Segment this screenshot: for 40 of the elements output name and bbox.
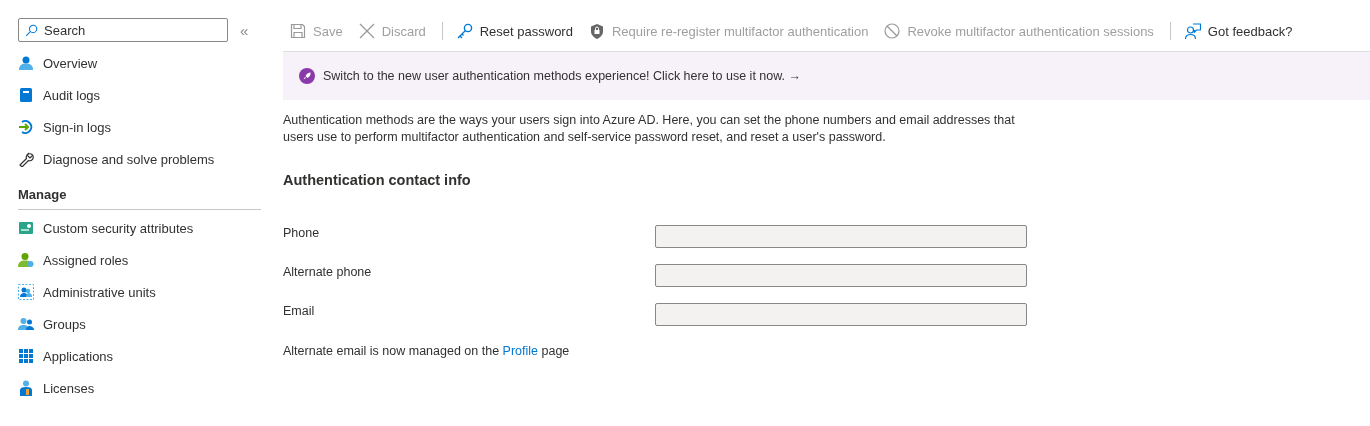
feedback-icon	[1184, 23, 1201, 39]
nav-item[interactable]: Custom security attributes	[18, 212, 261, 244]
section-heading: Manage	[18, 187, 68, 202]
profile-link[interactable]: Profile	[502, 344, 538, 358]
section-title: Authentication contact info	[283, 172, 472, 188]
field-label: Phone	[283, 225, 321, 240]
save-icon	[290, 23, 306, 39]
rocket-icon	[299, 68, 315, 84]
person-icon	[18, 55, 34, 71]
person-icon	[18, 252, 34, 268]
nav-item[interactable]: Licenses	[18, 372, 261, 404]
blocked-icon	[884, 23, 901, 39]
wrench-icon	[18, 151, 34, 167]
card-icon	[18, 220, 34, 236]
nav-item[interactable]: Overview	[18, 47, 261, 79]
note-text: Alternate email is now managed on the Profile page	[283, 344, 571, 358]
nav-item[interactable]: Groups	[18, 308, 261, 340]
banner[interactable]: Switch to the new user authentication methods experience! Click here to use it now. →	[283, 52, 1370, 100]
toolbar-button[interactable]: Reset password	[449, 16, 582, 46]
field-label: Alternate phone	[283, 264, 373, 279]
nav-item[interactable]: Audit logs	[18, 79, 261, 111]
toolbar-button[interactable]: Got feedback?	[1177, 16, 1302, 46]
search-field[interactable]: Search	[18, 18, 228, 42]
collapse-button[interactable]: «	[240, 21, 249, 39]
key-icon	[456, 23, 473, 39]
book-icon	[18, 87, 34, 103]
nav-item[interactable]: Diagnose and solve problems	[18, 143, 261, 175]
nav-item[interactable]: Assigned roles	[18, 244, 261, 276]
field-label: Email	[283, 303, 316, 318]
sign-in-icon	[18, 119, 34, 135]
nav-item[interactable]: Sign-in logs	[18, 111, 261, 143]
nav-item[interactable]: Applications	[18, 340, 261, 372]
person-badge-icon	[18, 380, 34, 396]
people-icon	[18, 316, 34, 332]
close-icon	[358, 23, 375, 39]
nav-item[interactable]: Administrative units	[18, 276, 261, 308]
description: Authentication methods are the ways your users sign into Azure AD. Here, you can set the phone numbers and email addresses that users use to perform multifactor authentication and self-service password reset, and reset a user's password.	[283, 112, 1016, 146]
people-icon	[18, 284, 34, 300]
grid-icon	[18, 348, 34, 364]
shield-lock-icon	[588, 23, 605, 39]
